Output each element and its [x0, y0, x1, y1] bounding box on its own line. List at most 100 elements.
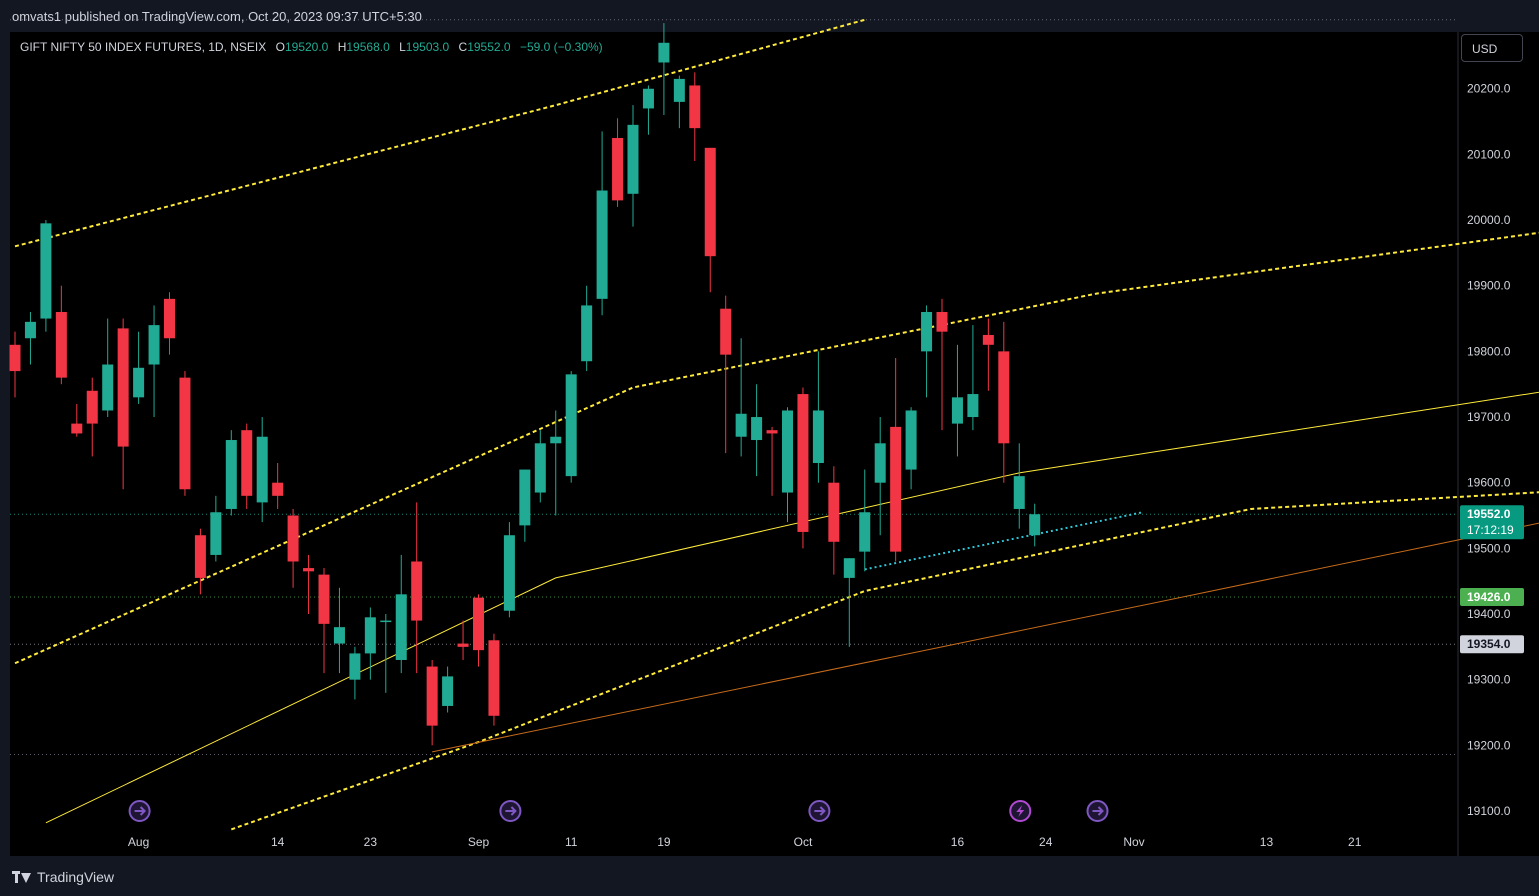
dividend-marker-icon-4[interactable] — [1086, 800, 1109, 822]
dividend-marker-icon-2[interactable] — [808, 800, 831, 822]
footer-bar — [0, 864, 1539, 896]
dividend-marker-icon-1[interactable] — [499, 800, 522, 822]
time-tick-label: 21 — [1348, 835, 1362, 849]
time-axis-area — [10, 826, 1458, 856]
candle-body — [998, 351, 1010, 444]
candle-body — [843, 558, 855, 578]
candle-body — [1029, 514, 1041, 536]
candle-body — [349, 653, 361, 680]
tradingview-brand-label: TradingView — [37, 869, 115, 885]
candle-body — [9, 344, 21, 372]
candle-body — [225, 440, 237, 509]
countdown-label: 17:12:19 — [1467, 523, 1514, 537]
time-tick-label: Nov — [1123, 835, 1144, 849]
time-tick-label: 11 — [565, 835, 578, 849]
price-tick-label: 19900.0 — [1467, 279, 1511, 293]
candle-body — [704, 147, 716, 257]
candle-body — [936, 311, 948, 332]
price-tick-label: 19100.0 — [1467, 804, 1511, 818]
price-label-green: 19426.0 — [1460, 587, 1524, 606]
dividend-marker-icon-0[interactable] — [128, 800, 151, 822]
candle-body — [380, 620, 392, 623]
candle-body — [333, 627, 345, 644]
candle-2 — [40, 220, 52, 332]
candle-body — [318, 574, 330, 624]
candle-body — [71, 423, 83, 434]
candle-body — [921, 311, 933, 352]
time-tick-label: Aug — [128, 835, 149, 849]
close-value: 19552.0 — [467, 40, 511, 54]
price-label-value: 19426.0 — [1467, 590, 1511, 604]
tradingview-logo-icon — [12, 871, 32, 883]
candle-body — [782, 410, 793, 493]
candle-body — [303, 568, 315, 572]
candle-body — [133, 367, 145, 398]
price-tick-label: 19700.0 — [1467, 410, 1511, 424]
price-tick-label: 20000.0 — [1467, 213, 1511, 227]
candle-body — [890, 426, 902, 552]
candle-body — [503, 535, 515, 611]
tradingview-brand[interactable]: TradingView — [12, 869, 114, 885]
candle-body — [627, 124, 639, 194]
symbol-legend: GIFT NIFTY 50 INDEX FUTURES, 1D, NSEIX O… — [20, 40, 603, 54]
candle-body — [272, 482, 284, 496]
price-label-value: 19552.0 — [1467, 507, 1511, 521]
candle-body — [148, 325, 160, 365]
candle-body — [86, 390, 98, 424]
candle-36 — [565, 371, 577, 483]
time-tick-label: Sep — [468, 835, 490, 849]
candle-body — [581, 305, 593, 362]
candle-body — [179, 377, 191, 490]
candle-body — [442, 676, 454, 706]
candle-31 — [488, 633, 500, 726]
candle-body — [411, 561, 423, 621]
candle-14 — [225, 430, 237, 516]
time-tick-label: 14 — [271, 835, 285, 849]
candle-body — [720, 308, 732, 355]
candle-body — [287, 515, 299, 562]
close-label: C — [458, 40, 468, 54]
candle-body — [751, 417, 763, 441]
candle-body — [117, 328, 129, 447]
candle-body — [565, 374, 577, 477]
currency-button[interactable]: USD — [1461, 34, 1523, 62]
candle-body — [689, 85, 701, 129]
price-label-gray: 19354.0 — [1460, 635, 1524, 654]
candle-body — [735, 413, 747, 437]
low-label: L — [399, 40, 406, 54]
candle-body — [457, 643, 469, 647]
candle-body — [102, 364, 114, 411]
time-tick-label: 16 — [951, 835, 965, 849]
price-tick-label: 20200.0 — [1467, 82, 1511, 96]
price-chart[interactable]: 19100.0 19200.0 19300.0 19400.0 19500.0 19600… — [0, 0, 1539, 896]
candle-body — [658, 42, 670, 63]
price-tick-label: 19300.0 — [1467, 673, 1511, 687]
candle-body — [874, 443, 886, 483]
candle-body — [642, 88, 654, 109]
candle-body — [612, 137, 624, 201]
open-value: 19520.0 — [284, 40, 329, 54]
time-tick-label: 13 — [1260, 835, 1274, 849]
earnings-marker-icon-3[interactable] — [1009, 800, 1032, 822]
low-value: 19503.0 — [405, 40, 450, 54]
price-label-value: 19354.0 — [1467, 637, 1511, 651]
high-value: 19568.0 — [346, 40, 390, 54]
candle-body — [673, 78, 685, 102]
candle-body — [766, 430, 778, 434]
price-tick-label: 19200.0 — [1467, 738, 1511, 752]
time-tick-label: Oct — [794, 835, 813, 849]
time-tick-label: 23 — [364, 835, 378, 849]
candle-body — [905, 410, 917, 470]
candle-body — [395, 594, 407, 660]
candle-body — [596, 190, 608, 299]
price-tick-label: 19800.0 — [1467, 344, 1511, 358]
candle-body — [797, 394, 809, 532]
candle-body — [364, 617, 376, 654]
candle-body — [488, 640, 500, 716]
candle-body — [812, 410, 824, 464]
candle-body — [951, 397, 963, 424]
candle-body — [40, 223, 52, 319]
symbol-title: GIFT NIFTY 50 INDEX FUTURES, 1D, NSEIX — [20, 40, 267, 54]
candle-body — [24, 321, 36, 339]
candle-body — [194, 535, 206, 578]
